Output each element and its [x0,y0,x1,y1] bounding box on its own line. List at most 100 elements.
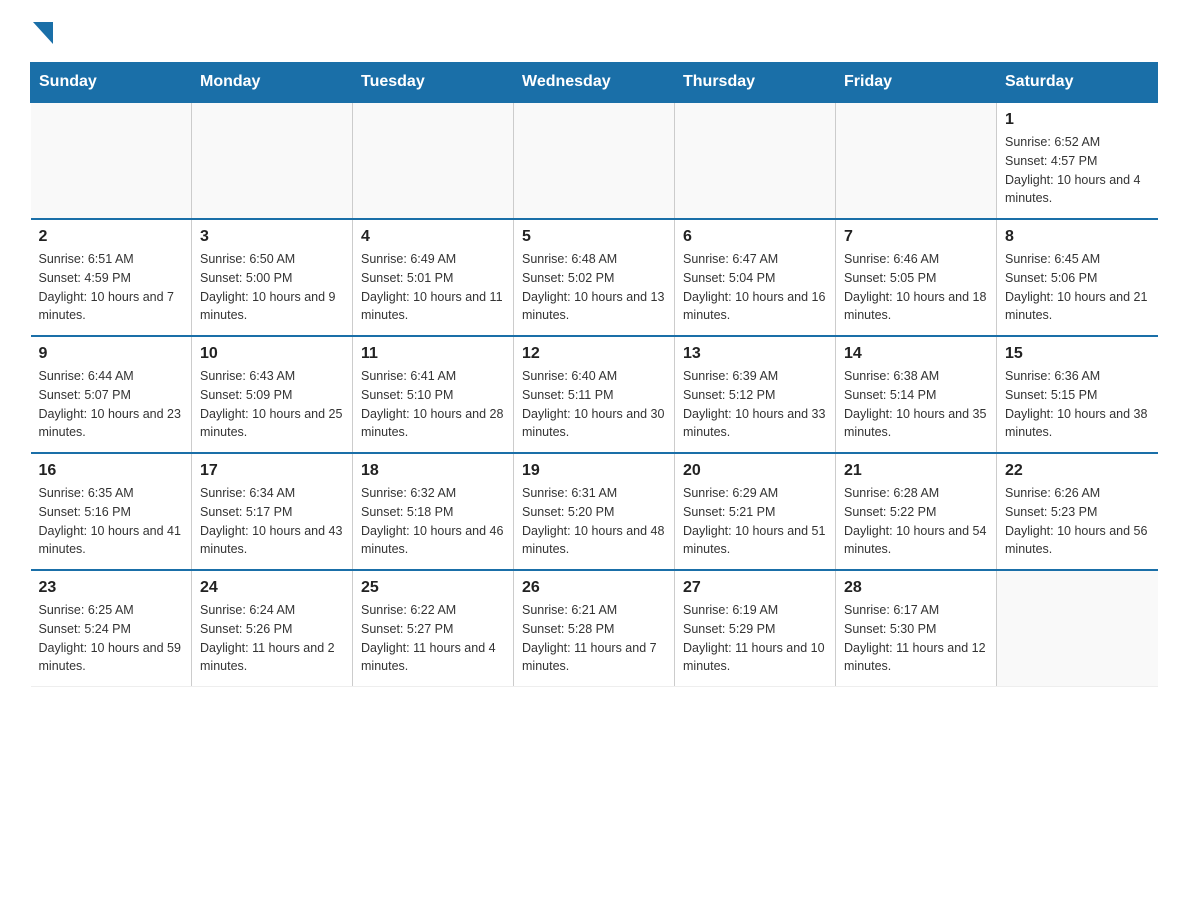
day-number: 27 [683,579,827,597]
calendar-table: SundayMondayTuesdayWednesdayThursdayFrid… [30,62,1158,687]
day-number: 25 [361,579,505,597]
day-info: Sunrise: 6:41 AMSunset: 5:10 PMDaylight:… [361,367,505,442]
calendar-day-cell [192,102,353,219]
calendar-day-cell [31,102,192,219]
day-info: Sunrise: 6:32 AMSunset: 5:18 PMDaylight:… [361,484,505,559]
day-number: 14 [844,345,988,363]
calendar-day-cell: 18 Sunrise: 6:32 AMSunset: 5:18 PMDayligh… [353,453,514,570]
day-number: 15 [1005,345,1150,363]
day-number: 6 [683,228,827,246]
calendar-day-cell [514,102,675,219]
day-info: Sunrise: 6:44 AMSunset: 5:07 PMDaylight:… [39,367,184,442]
calendar-week-row: 23 Sunrise: 6:25 AMSunset: 5:24 PMDayligh… [31,570,1158,687]
day-number: 23 [39,579,184,597]
calendar-day-cell: 10Sunrise: 6:43 AMSunset: 5:09 PMDayligh… [192,336,353,453]
day-number: 11 [361,345,505,363]
logo [30,20,53,42]
day-number: 19 [522,462,666,480]
day-info: Sunrise: 6:46 AMSunset: 5:05 PMDaylight:… [844,250,988,325]
calendar-day-cell: 12 Sunrise: 6:40 AMSunset: 5:11 PMDayligh… [514,336,675,453]
calendar-day-cell [675,102,836,219]
calendar-day-cell: 19 Sunrise: 6:31 AMSunset: 5:20 PMDayligh… [514,453,675,570]
day-info: Sunrise: 6:36 AMSunset: 5:15 PMDaylight:… [1005,367,1150,442]
day-number: 1 [1005,111,1150,129]
day-info: Sunrise: 6:21 AMSunset: 5:28 PMDaylight:… [522,601,666,676]
calendar-week-row: 9 Sunrise: 6:44 AMSunset: 5:07 PMDaylight… [31,336,1158,453]
calendar-day-cell: 23 Sunrise: 6:25 AMSunset: 5:24 PMDayligh… [31,570,192,687]
day-number: 28 [844,579,988,597]
day-info: Sunrise: 6:22 AMSunset: 5:27 PMDaylight:… [361,601,505,676]
calendar-day-cell: 13 Sunrise: 6:39 AMSunset: 5:12 PMDayligh… [675,336,836,453]
calendar-day-cell: 11 Sunrise: 6:41 AMSunset: 5:10 PMDayligh… [353,336,514,453]
weekday-header-monday: Monday [192,63,353,103]
day-number: 17 [200,462,344,480]
day-number: 26 [522,579,666,597]
calendar-week-row: 2 Sunrise: 6:51 AMSunset: 4:59 PMDaylight… [31,219,1158,336]
day-number: 9 [39,345,184,363]
day-info: Sunrise: 6:48 AMSunset: 5:02 PMDaylight:… [522,250,666,325]
calendar-day-cell [997,570,1158,687]
day-info: Sunrise: 6:43 AMSunset: 5:09 PMDaylight:… [200,367,344,442]
day-info: Sunrise: 6:28 AMSunset: 5:22 PMDaylight:… [844,484,988,559]
day-info: Sunrise: 6:24 AMSunset: 5:26 PMDaylight:… [200,601,344,676]
weekday-header-friday: Friday [836,63,997,103]
day-number: 2 [39,228,184,246]
day-info: Sunrise: 6:25 AMSunset: 5:24 PMDaylight:… [39,601,184,676]
day-number: 5 [522,228,666,246]
calendar-day-cell: 7 Sunrise: 6:46 AMSunset: 5:05 PMDaylight… [836,219,997,336]
calendar-day-cell: 9 Sunrise: 6:44 AMSunset: 5:07 PMDaylight… [31,336,192,453]
calendar-day-cell: 27 Sunrise: 6:19 AMSunset: 5:29 PMDayligh… [675,570,836,687]
page-header [30,20,1158,42]
day-info: Sunrise: 6:38 AMSunset: 5:14 PMDaylight:… [844,367,988,442]
day-info: Sunrise: 6:26 AMSunset: 5:23 PMDaylight:… [1005,484,1150,559]
day-info: Sunrise: 6:45 AMSunset: 5:06 PMDaylight:… [1005,250,1150,325]
day-info: Sunrise: 6:47 AMSunset: 5:04 PMDaylight:… [683,250,827,325]
weekday-header-sunday: Sunday [31,63,192,103]
calendar-day-cell: 6 Sunrise: 6:47 AMSunset: 5:04 PMDaylight… [675,219,836,336]
calendar-day-cell: 14 Sunrise: 6:38 AMSunset: 5:14 PMDayligh… [836,336,997,453]
day-number: 7 [844,228,988,246]
day-info: Sunrise: 6:29 AMSunset: 5:21 PMDaylight:… [683,484,827,559]
day-number: 12 [522,345,666,363]
calendar-day-cell [353,102,514,219]
day-info: Sunrise: 6:19 AMSunset: 5:29 PMDaylight:… [683,601,827,676]
calendar-day-cell: 15 Sunrise: 6:36 AMSunset: 5:15 PMDayligh… [997,336,1158,453]
day-number: 3 [200,228,344,246]
day-number: 20 [683,462,827,480]
calendar-week-row: 16Sunrise: 6:35 AMSunset: 5:16 PMDayligh… [31,453,1158,570]
weekday-header-tuesday: Tuesday [353,63,514,103]
calendar-day-cell: 3 Sunrise: 6:50 AMSunset: 5:00 PMDaylight… [192,219,353,336]
calendar-day-cell: 22 Sunrise: 6:26 AMSunset: 5:23 PMDayligh… [997,453,1158,570]
calendar-day-cell: 16Sunrise: 6:35 AMSunset: 5:16 PMDayligh… [31,453,192,570]
day-number: 4 [361,228,505,246]
day-info: Sunrise: 6:31 AMSunset: 5:20 PMDaylight:… [522,484,666,559]
calendar-day-cell: 17 Sunrise: 6:34 AMSunset: 5:17 PMDayligh… [192,453,353,570]
calendar-day-cell: 8 Sunrise: 6:45 AMSunset: 5:06 PMDaylight… [997,219,1158,336]
day-info: Sunrise: 6:17 AMSunset: 5:30 PMDaylight:… [844,601,988,676]
calendar-day-cell: 1 Sunrise: 6:52 AMSunset: 4:57 PMDaylight… [997,102,1158,219]
logo-triangle-icon [33,22,53,44]
calendar-week-row: 1 Sunrise: 6:52 AMSunset: 4:57 PMDaylight… [31,102,1158,219]
day-info: Sunrise: 6:51 AMSunset: 4:59 PMDaylight:… [39,250,184,325]
day-number: 22 [1005,462,1150,480]
day-number: 13 [683,345,827,363]
calendar-day-cell: 2 Sunrise: 6:51 AMSunset: 4:59 PMDaylight… [31,219,192,336]
day-info: Sunrise: 6:50 AMSunset: 5:00 PMDaylight:… [200,250,344,325]
calendar-day-cell: 28 Sunrise: 6:17 AMSunset: 5:30 PMDayligh… [836,570,997,687]
calendar-day-cell [836,102,997,219]
calendar-day-cell: 24 Sunrise: 6:24 AMSunset: 5:26 PMDayligh… [192,570,353,687]
day-info: Sunrise: 6:52 AMSunset: 4:57 PMDaylight:… [1005,133,1150,208]
calendar-day-cell: 21Sunrise: 6:28 AMSunset: 5:22 PMDayligh… [836,453,997,570]
day-number: 18 [361,462,505,480]
calendar-day-cell: 4 Sunrise: 6:49 AMSunset: 5:01 PMDaylight… [353,219,514,336]
calendar-day-cell: 20 Sunrise: 6:29 AMSunset: 5:21 PMDayligh… [675,453,836,570]
day-info: Sunrise: 6:49 AMSunset: 5:01 PMDaylight:… [361,250,505,325]
day-number: 24 [200,579,344,597]
day-info: Sunrise: 6:39 AMSunset: 5:12 PMDaylight:… [683,367,827,442]
weekday-header-thursday: Thursday [675,63,836,103]
calendar-day-cell: 25 Sunrise: 6:22 AMSunset: 5:27 PMDayligh… [353,570,514,687]
weekday-header-row: SundayMondayTuesdayWednesdayThursdayFrid… [31,63,1158,103]
day-info: Sunrise: 6:34 AMSunset: 5:17 PMDaylight:… [200,484,344,559]
day-info: Sunrise: 6:40 AMSunset: 5:11 PMDaylight:… [522,367,666,442]
day-number: 8 [1005,228,1150,246]
